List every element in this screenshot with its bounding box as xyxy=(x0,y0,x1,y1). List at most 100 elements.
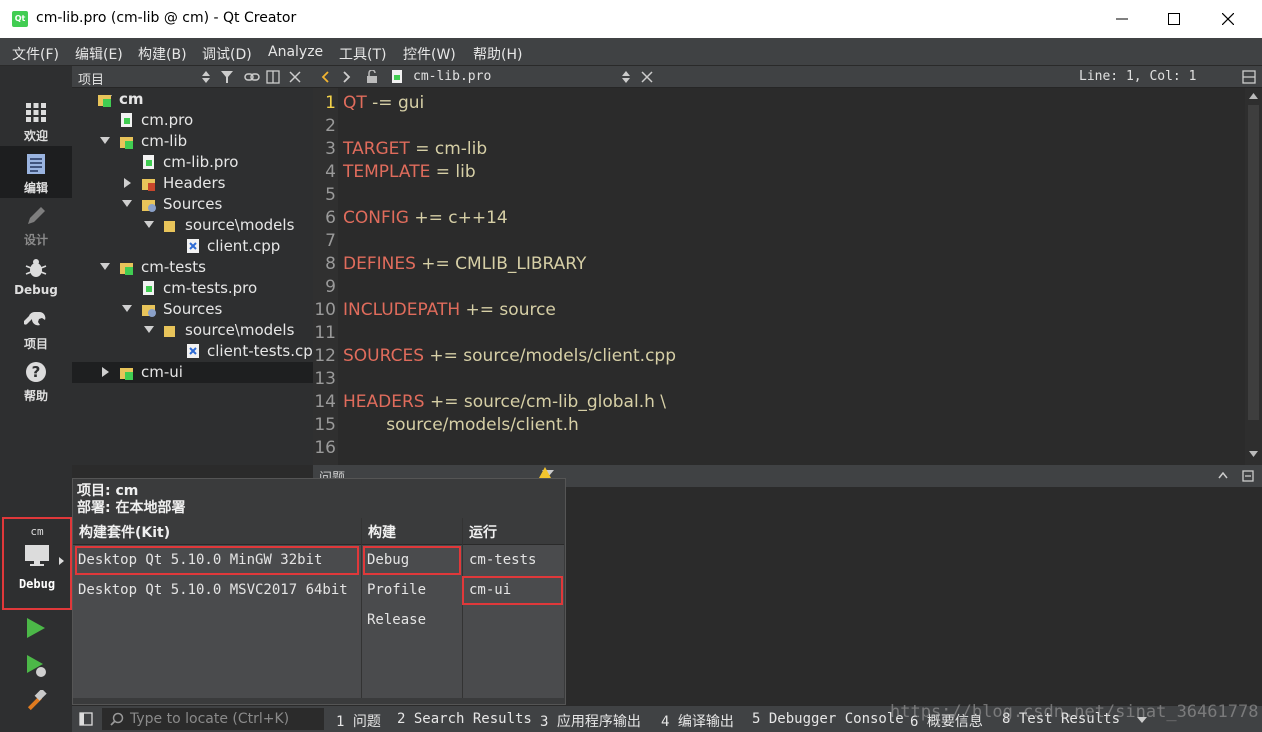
output-tab-application-output[interactable]: 3 应用程序输出 xyxy=(540,711,641,731)
menu-tools[interactable]: 工具(T) xyxy=(339,44,386,64)
close-pane-icon[interactable] xyxy=(288,70,302,84)
watermark: https://blog.csdn.net/sinat_36461778 xyxy=(890,702,1259,722)
document-select-arrows-icon[interactable] xyxy=(622,71,630,83)
editor-scrollbar[interactable] xyxy=(1245,88,1262,465)
mode-debug[interactable]: Debug xyxy=(0,250,72,302)
toggle-sidebar-icon[interactable] xyxy=(79,712,93,726)
mode-design[interactable]: 设计 xyxy=(0,198,72,250)
back-arrow-icon[interactable] xyxy=(321,71,329,83)
mode-welcome[interactable]: 欢迎 xyxy=(0,94,72,146)
menu-analyze[interactable]: Analyze xyxy=(268,44,323,60)
split-icon[interactable] xyxy=(266,70,280,84)
scrollbar-thumb[interactable] xyxy=(1248,105,1259,420)
cursor-position: Line: 1, Col: 1 xyxy=(1079,69,1197,84)
code-line: CONFIG += c++14 xyxy=(343,208,508,228)
collapse-arrow-icon[interactable] xyxy=(122,304,132,314)
link-icon[interactable] xyxy=(244,70,260,84)
document-icon xyxy=(27,154,45,174)
minimize-button[interactable] xyxy=(1094,0,1150,38)
mode-label: 设计 xyxy=(23,233,48,247)
collapse-arrow-icon[interactable] xyxy=(100,136,110,146)
collapse-arrow-icon[interactable] xyxy=(100,262,110,272)
pro-file-icon xyxy=(121,113,132,127)
collapse-arrow-icon[interactable] xyxy=(122,199,132,209)
tree-node-headers[interactable]: Headers xyxy=(72,173,313,194)
tree-node-cm[interactable]: cm xyxy=(72,89,313,110)
menu-debug[interactable]: 调试(D) xyxy=(202,44,252,64)
tree-node-cm-ui[interactable]: cm-ui xyxy=(72,362,313,383)
menu-file[interactable]: 文件(F) xyxy=(12,44,59,64)
tree-node-client-tests-cpp[interactable]: client-tests.cpp xyxy=(72,341,313,362)
code-keyword: HEADERS xyxy=(343,392,425,412)
locator-input[interactable]: Type to locate (Ctrl+K) xyxy=(102,708,324,730)
tree-node-cm-lib[interactable]: cm-lib xyxy=(72,131,313,152)
line-number-gutter: 1 2 3 4 5 6 7 8 9 10 11 12 13 14 15 16 xyxy=(313,88,338,465)
expand-arrow-icon[interactable] xyxy=(101,367,111,377)
line-number: 1 xyxy=(325,93,336,113)
grid-icon xyxy=(26,103,46,122)
pro-file-icon xyxy=(143,155,154,169)
tree-node-source-models[interactable]: source\models xyxy=(72,215,313,236)
run-column-header: 运行 xyxy=(463,518,564,545)
collapse-arrow-icon[interactable] xyxy=(144,325,154,335)
tree-node-client-cpp[interactable]: client.cpp xyxy=(72,236,313,257)
scroll-down-icon[interactable] xyxy=(1249,451,1258,457)
tree-node-sources[interactable]: Sources xyxy=(72,299,313,320)
mode-projects[interactable]: 项目 xyxy=(0,302,72,354)
folder-icon xyxy=(164,221,175,232)
mode-help[interactable]: ? 帮助 xyxy=(0,354,72,406)
editor-toolbar: cm-lib.pro Line: 1, Col: 1 xyxy=(313,66,1262,88)
menu-edit[interactable]: 编辑(E) xyxy=(75,44,123,64)
tree-node-cm-pro[interactable]: cm.pro xyxy=(72,110,313,131)
code-text: = cm-lib xyxy=(409,139,488,159)
scroll-up-icon[interactable] xyxy=(1249,93,1258,99)
build-header-label: 构建 xyxy=(368,525,396,541)
line-number: 6 xyxy=(325,208,336,228)
tree-label: cm.pro xyxy=(141,111,194,129)
output-tab-debugger-console[interactable]: 5 Debugger Console xyxy=(752,711,904,727)
build-option-profile[interactable]: Profile xyxy=(367,582,426,598)
code-line: TARGET = cm-lib xyxy=(343,139,487,159)
debug-run-button[interactable] xyxy=(25,654,49,678)
menu-help[interactable]: 帮助(H) xyxy=(473,44,522,64)
pencil-icon xyxy=(28,207,45,224)
menu-controls[interactable]: 控件(W) xyxy=(403,44,456,64)
tree-node-cm-lib-pro[interactable]: cm-lib.pro xyxy=(72,152,313,173)
mode-label: 帮助 xyxy=(23,389,48,403)
mode-edit[interactable]: 编辑 xyxy=(0,146,72,198)
build-option-release[interactable]: Release xyxy=(367,612,426,628)
maximize-icon xyxy=(1168,13,1180,25)
line-number: 5 xyxy=(325,185,336,205)
run-option-cm-tests[interactable]: cm-tests xyxy=(469,552,536,568)
output-tab-compile-output[interactable]: 4 编译输出 xyxy=(661,711,734,731)
tree-node-source-models[interactable]: source\models xyxy=(72,320,313,341)
editor-filename[interactable]: cm-lib.pro xyxy=(413,69,491,84)
split-editor-icon[interactable] xyxy=(1242,70,1256,84)
tree-node-cm-tests-pro[interactable]: cm-tests.pro xyxy=(72,278,313,299)
build-hammer-button[interactable] xyxy=(24,690,48,714)
filter-icon[interactable] xyxy=(220,70,234,84)
close-document-icon[interactable] xyxy=(641,71,653,83)
pro-file-icon xyxy=(143,281,154,295)
collapse-arrow-icon[interactable] xyxy=(144,220,154,230)
tree-node-cm-tests[interactable]: cm-tests xyxy=(72,257,313,278)
output-tab-search-results[interactable]: 2 Search Results xyxy=(397,711,532,727)
line-number: 9 xyxy=(325,277,336,297)
output-tab-issues[interactable]: 1 问题 xyxy=(336,711,381,731)
kit-selector-button[interactable]: cm Debug xyxy=(2,517,72,610)
expand-arrow-icon[interactable] xyxy=(123,178,133,188)
svg-text:?: ? xyxy=(32,363,41,381)
code-line: TEMPLATE = lib xyxy=(343,162,476,182)
run-button[interactable] xyxy=(25,617,47,639)
close-button[interactable] xyxy=(1200,0,1256,38)
kit-option-msvc[interactable]: Desktop Qt 5.10.0 MSVC2017 64bit xyxy=(78,582,348,598)
maximize-pane-icon[interactable] xyxy=(1218,472,1228,479)
forward-arrow-icon[interactable] xyxy=(343,71,351,83)
maximize-button[interactable] xyxy=(1146,0,1202,38)
close-output-pane-icon[interactable] xyxy=(1242,470,1254,482)
code-editor[interactable]: QT -= gui TARGET = cm-lib TEMPLATE = lib… xyxy=(338,88,1245,465)
tree-node-sources[interactable]: Sources xyxy=(72,194,313,215)
menu-build[interactable]: 构建(B) xyxy=(138,44,187,64)
pane-select-arrows-icon[interactable] xyxy=(202,71,210,83)
tree-label: cm xyxy=(119,90,144,108)
